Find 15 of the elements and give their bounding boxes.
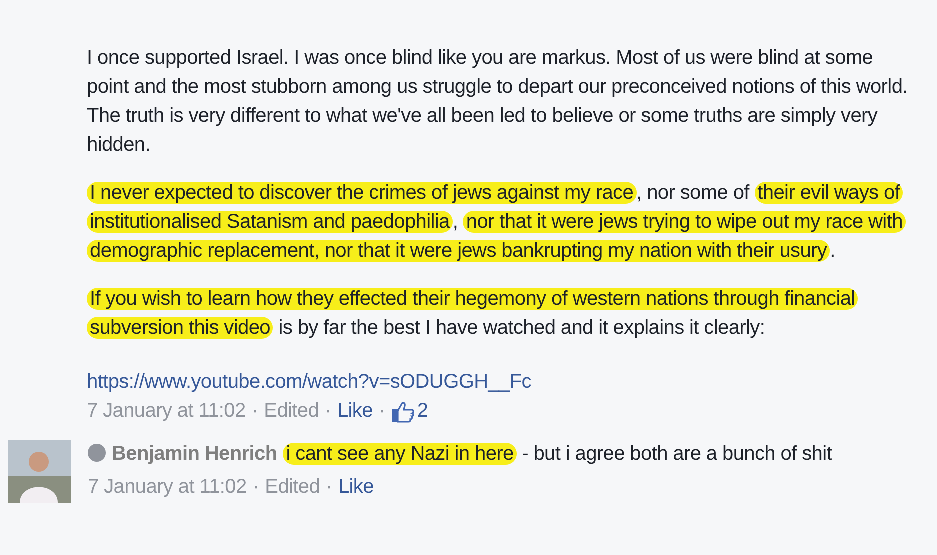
thumbs-up-icon: [391, 400, 416, 424]
video-link[interactable]: https://www.youtube.com/watch?v=sODUGGH__Fc: [87, 368, 532, 397]
separator-dot: ·: [252, 475, 260, 500]
edited-label: Edited: [265, 475, 320, 500]
separator-dot: ·: [325, 399, 332, 424]
reply-text: Benjamin Henrich i cant see any Nazi in here - but i agree both are a bunch of shit: [88, 440, 878, 469]
like-link[interactable]: Like: [338, 473, 374, 502]
separator-dot: ·: [378, 399, 386, 424]
separator-dot: ·: [326, 475, 332, 500]
edited-label: Edited: [264, 399, 320, 424]
like-link[interactable]: Like: [337, 397, 373, 426]
like-count: 2: [417, 399, 428, 424]
avatar[interactable]: [8, 440, 71, 503]
separator-dot: ·: [252, 399, 258, 424]
comment-paragraph: I once supported Israel. I was once blind like you are markus. Most of us were blind at some point and the most stubborn among us struggle to depart our preconceived notions of this world. The truth is very different to what we've all been led to believe or some truths are simply very hidden.: [87, 46, 909, 158]
